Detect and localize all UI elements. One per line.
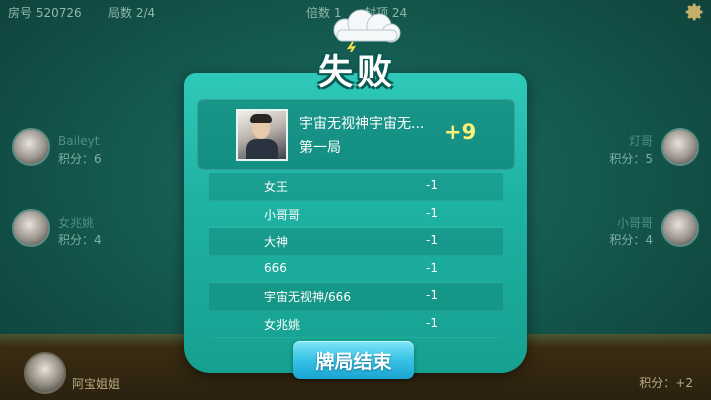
result-score: -1 — [426, 233, 438, 247]
avatar — [661, 209, 699, 247]
player-seat-left-top: Baileyt 积分：6 — [12, 128, 132, 172]
avatar — [12, 209, 50, 247]
result-player-name: 666 — [264, 260, 287, 275]
result-player-name: 宇宙无视神/666 — [264, 290, 351, 304]
player-score: 积分：6 — [58, 152, 102, 166]
result-score: -1 — [426, 178, 438, 192]
player-seat-left-bottom: 女兆姚 积分：4 — [12, 209, 132, 253]
room-number: 房号 520726 — [8, 6, 82, 20]
player-score: 积分：5 — [609, 152, 653, 166]
avatar — [12, 128, 50, 166]
result-score: -1 — [426, 260, 438, 275]
gear-icon[interactable] — [685, 2, 705, 22]
list-item: 宇宙无视神/666 -1 — [209, 283, 503, 311]
list-item: 大神 -1 — [209, 228, 503, 256]
player-seat-right-top: 灯哥 积分：5 — [579, 128, 699, 172]
player-seat-right-bottom: 小哥哥 积分：4 — [579, 209, 699, 253]
winner-round-label: 第一局 — [299, 140, 341, 156]
player-name: Baileyt — [58, 134, 100, 148]
result-list: 女王 -1 小哥哥 -1 大神 -1 666 -1 宇宙无视神/666 -1 女… — [209, 173, 503, 338]
round-count: 局数 2/4 — [108, 6, 156, 20]
player-name: 灯哥 — [628, 134, 653, 148]
result-score: -1 — [426, 288, 438, 302]
end-game-button[interactable]: 牌局结束 — [293, 341, 414, 379]
list-item: 女兆姚 -1 — [209, 311, 503, 338]
self-player-name: 阿宝姐姐 — [72, 377, 121, 391]
list-item: 小哥哥 -1 — [209, 201, 503, 228]
player-score: 积分：4 — [58, 233, 102, 247]
avatar — [24, 352, 66, 394]
list-item: 女王 -1 — [209, 173, 503, 201]
winner-name: 宇宙无视神宇宙无... — [299, 116, 425, 132]
avatar-suit — [246, 139, 278, 159]
self-player-score: 积分：+2 — [639, 376, 693, 390]
player-name: 女兆姚 — [58, 216, 95, 230]
player-name: 小哥哥 — [616, 216, 653, 230]
list-item: 666 -1 — [209, 256, 503, 283]
result-score: -1 — [426, 315, 438, 330]
result-title: 失败 — [317, 53, 396, 93]
result-player-name: 小哥哥 — [264, 207, 301, 222]
result-player-name: 大神 — [264, 235, 289, 249]
winner-avatar — [236, 109, 288, 161]
avatar-hair — [250, 114, 272, 123]
avatar — [661, 128, 699, 166]
winner-score-delta: +9 — [444, 120, 477, 144]
result-score: -1 — [426, 205, 438, 220]
result-player-name: 女兆姚 — [264, 317, 301, 332]
player-score: 积分：4 — [609, 233, 653, 247]
result-player-name: 女王 — [264, 180, 289, 194]
